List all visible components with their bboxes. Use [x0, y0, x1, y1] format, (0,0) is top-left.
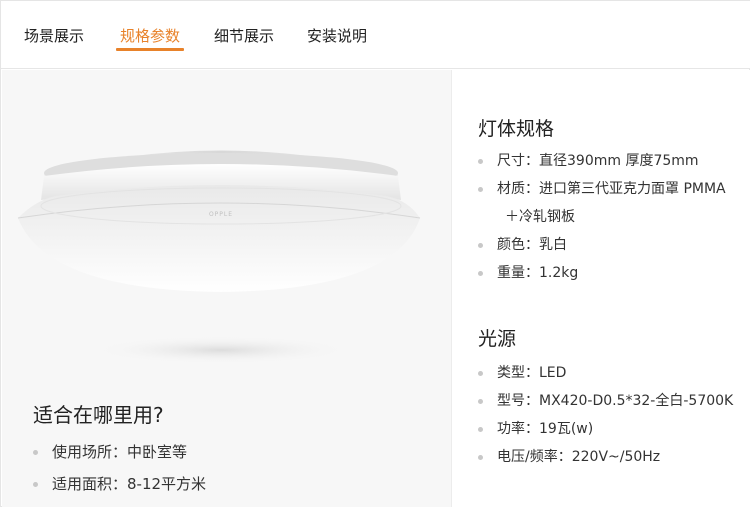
ceiling-lamp-image: OPPLE — [17, 150, 421, 364]
list-item: 电压/频率：220V~/50Hz — [477, 443, 733, 471]
list-item: 适用面积：8-12平方米 — [32, 468, 206, 500]
list-item: 重量：1.2kg — [477, 259, 726, 287]
tab-scene[interactable]: 场景展示 — [24, 26, 84, 48]
light-source-title: 光源 — [478, 328, 517, 350]
usage-list: 使用场所：中卧室等 适用面积：8-12平方米 — [32, 436, 206, 500]
tab-bar: 场景展示 规格参数 细节展示 安装说明 — [1, 1, 750, 69]
spec-page: 场景展示 规格参数 细节展示 安装说明 OPPLE 适合在哪里用? 使用场所：中… — [0, 0, 750, 507]
list-item: 功率：19瓦(w) — [477, 415, 733, 443]
tab-installation[interactable]: 安装说明 — [307, 26, 367, 48]
list-item: 类型：LED — [477, 359, 733, 387]
lamp-spec-title: 灯体规格 — [478, 118, 555, 140]
spec-panel: 灯体规格 尺寸：直径390mm 厚度75mm 材质：进口第三代亚克力面罩 PMM… — [451, 70, 750, 507]
list-item: 尺寸：直径390mm 厚度75mm — [477, 147, 726, 175]
light-source-list: 类型：LED 型号：MX420-D0.5*32-全白-5700K 功率：19瓦(… — [477, 359, 733, 471]
list-item: 颜色：乳白 — [477, 231, 726, 259]
usage-title: 适合在哪里用? — [33, 403, 164, 427]
tab-details[interactable]: 细节展示 — [214, 26, 274, 48]
list-item: 型号：MX420-D0.5*32-全白-5700K — [477, 387, 733, 415]
list-item-continuation: ＋冷轧钢板 — [505, 209, 575, 225]
list-item: 使用场所：中卧室等 — [32, 436, 206, 468]
tab-specs[interactable]: 规格参数 — [115, 26, 185, 51]
brand-logo: OPPLE — [209, 211, 233, 218]
product-panel: OPPLE 适合在哪里用? 使用场所：中卧室等 适用面积：8-12平方米 — [2, 70, 451, 507]
lamp-spec-list: 尺寸：直径390mm 厚度75mm 材质：进口第三代亚克力面罩 PMMA ＋冷轧… — [477, 147, 726, 287]
list-item: 材质：进口第三代亚克力面罩 PMMA — [477, 175, 726, 203]
